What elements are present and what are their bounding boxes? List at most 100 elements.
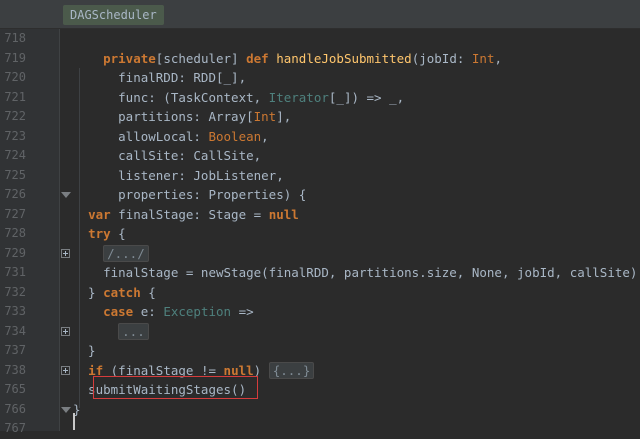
code-token: } <box>73 284 104 300</box>
code-token: allowLocal: <box>73 128 209 144</box>
code-token: partitions: Array[ <box>73 109 254 124</box>
code-line[interactable]: 720 finalRDD: RDD[_], <box>0 68 640 88</box>
code-line[interactable]: 732 } catch { <box>0 283 640 303</box>
line-number: 738 <box>4 362 26 377</box>
code-token: try <box>88 226 111 241</box>
breadcrumb-bar: DAGScheduler <box>0 0 640 29</box>
code-text: case e: Exception => <box>73 302 254 322</box>
code-text: ... <box>73 322 149 342</box>
fold-expand-icon[interactable] <box>61 248 70 258</box>
code-token: null <box>268 206 299 222</box>
code-token: catch <box>103 284 141 300</box>
code-token: Int <box>471 50 495 66</box>
line-number: 732 <box>4 284 26 299</box>
code-line[interactable]: 718 <box>0 29 640 49</box>
code-token: private <box>103 50 156 66</box>
code-token: } <box>73 343 96 358</box>
text-caret <box>73 413 75 430</box>
code-token: => <box>231 304 254 319</box>
code-token: Boolean <box>208 128 262 144</box>
code-text: listener: JobListener, <box>73 166 284 186</box>
line-number: 767 <box>4 421 26 435</box>
fold-end-icon[interactable] <box>61 406 71 413</box>
line-number: 723 <box>4 128 26 143</box>
code-line[interactable]: 723 allowLocal: Boolean, <box>0 127 640 147</box>
code-token: { <box>110 226 126 241</box>
code-text: callSite: CallSite, <box>73 146 261 166</box>
line-number: 765 <box>4 382 26 396</box>
line-number: 766 <box>4 401 26 416</box>
code-token: properties: Properties) { <box>73 187 307 202</box>
code-token: [_]) => _, <box>328 89 405 105</box>
fold-end-icon[interactable] <box>61 192 71 198</box>
folded-code-placeholder[interactable]: /.../ <box>103 244 149 262</box>
line-number: 733 <box>4 304 26 318</box>
code-token: finalStage = newStage(finalRDD, partitio… <box>73 265 638 280</box>
line-number: 729 <box>4 245 26 260</box>
code-token: [scheduler] <box>155 50 247 66</box>
code-line[interactable]: 722 partitions: Array[Int], <box>0 107 640 127</box>
line-number: 728 <box>4 226 26 240</box>
code-line[interactable]: 724 callSite: CallSite, <box>0 146 640 166</box>
code-token: e: <box>133 304 164 319</box>
code-line[interactable]: 737 } <box>0 341 640 361</box>
code-text: /.../ <box>73 244 149 264</box>
code-token: func: (TaskContext, <box>73 89 269 105</box>
code-line[interactable]: 725 listener: JobListener, <box>0 166 640 186</box>
folded-code-placeholder[interactable]: ... <box>118 322 149 340</box>
line-number: 719 <box>4 50 26 65</box>
code-token: handleJobSubmitted <box>276 50 412 66</box>
folded-code-placeholder[interactable]: {...} <box>268 361 315 379</box>
line-number: 734 <box>4 323 26 338</box>
code-token: var <box>88 206 111 222</box>
code-line[interactable]: 729 /.../ <box>0 244 640 264</box>
code-line[interactable]: 721 func: (TaskContext, Iterator[_]) => … <box>0 88 640 108</box>
code-token: (jobId: <box>411 50 472 66</box>
line-number: 726 <box>4 187 26 201</box>
highlight-box-submit-waiting-stages <box>93 376 258 399</box>
code-text: finalStage = newStage(finalRDD, partitio… <box>73 263 637 283</box>
line-number: 724 <box>4 148 26 162</box>
code-text: var finalStage: Stage = null <box>73 205 299 225</box>
line-number: 731 <box>4 265 26 279</box>
code-line[interactable]: 728 try { <box>0 224 640 244</box>
fold-expand-icon[interactable] <box>61 326 70 336</box>
code-text: func: (TaskContext, Iterator[_]) => _, <box>73 88 404 108</box>
code-text: properties: Properties) { <box>73 185 306 205</box>
code-token: Exception <box>163 304 232 319</box>
code-token: listener: JobListener, <box>73 167 284 183</box>
code-line[interactable]: 733 case e: Exception => <box>0 302 640 322</box>
code-line[interactable]: 767 <box>0 419 640 439</box>
code-line[interactable]: 726 properties: Properties) { <box>0 185 640 205</box>
code-token: { <box>140 284 156 300</box>
breadcrumb-class-dagscheduler[interactable]: DAGScheduler <box>63 5 164 25</box>
line-number: 718 <box>4 31 26 45</box>
code-text: } catch { <box>73 283 156 303</box>
code-line[interactable]: 731 finalStage = newStage(finalRDD, part… <box>0 263 640 283</box>
fold-expand-icon[interactable] <box>61 365 70 375</box>
code-token: finalRDD: RDD[_], <box>73 70 247 85</box>
code-token: case <box>103 304 134 319</box>
code-token: Int <box>253 109 277 124</box>
line-number: 720 <box>4 70 26 84</box>
code-text: finalRDD: RDD[_], <box>73 68 246 88</box>
code-line[interactable]: 766} <box>0 400 640 420</box>
code-token: , <box>494 50 503 66</box>
code-token: def <box>246 50 269 66</box>
code-line[interactable]: 727 var finalStage: Stage = null <box>0 205 640 225</box>
code-line[interactable]: 719 private[scheduler] def handleJobSubm… <box>0 49 640 69</box>
line-number: 721 <box>4 89 26 104</box>
line-number: 725 <box>4 167 26 182</box>
code-token: ], <box>276 109 292 124</box>
code-text: } <box>73 341 96 361</box>
code-text: partitions: Array[Int], <box>73 107 291 127</box>
code-line[interactable]: 734 ... <box>0 322 640 342</box>
code-token: callSite: CallSite, <box>73 148 262 163</box>
